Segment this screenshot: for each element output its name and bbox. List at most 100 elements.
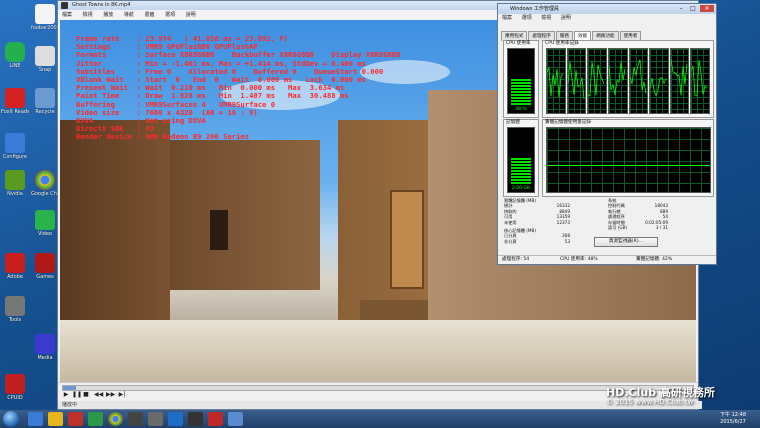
cpu-usage-value: 48 %	[515, 107, 527, 112]
player-menu-file[interactable]: 檔案	[62, 12, 72, 18]
close-button[interactable]: ✕	[700, 5, 714, 12]
cpu-gauge-fill	[511, 79, 531, 105]
row-value: 3 / 31	[655, 224, 668, 230]
desktop-icon-tools[interactable]: Tools	[1, 296, 29, 323]
cpu-core-line	[588, 61, 605, 97]
next-button[interactable]: ▶▶	[106, 391, 115, 399]
player-status-text: 播放中	[62, 402, 78, 408]
taskbar-taskmgr-icon[interactable]	[228, 412, 243, 426]
nvidia-icon	[5, 170, 25, 190]
taskbar-folder-icon[interactable]	[48, 412, 63, 426]
cpu-core-line	[670, 59, 688, 96]
desktop-icon-recycle[interactable]: Recycle	[31, 88, 59, 115]
player-menu-view[interactable]: 檢視	[83, 12, 93, 18]
pdf-icon	[5, 88, 25, 108]
tm-titlebar[interactable]: Windows 工作管理員 – □ ✕	[498, 4, 716, 14]
desktop-icon-nvidia[interactable]: Nvidia	[1, 170, 29, 197]
desktop-icon-config[interactable]: Configure	[1, 133, 29, 160]
cpu-core-line	[567, 61, 585, 100]
desktop-icon-cpuid[interactable]: CPUID	[1, 374, 29, 401]
desktop-icon-media[interactable]: Media	[31, 334, 59, 361]
desktop-icon-line[interactable]: LINE	[1, 42, 29, 69]
row-label: 處理程序	[608, 214, 625, 220]
cpu-core-graph	[628, 48, 649, 114]
table-row: 非分頁 53	[504, 239, 570, 244]
video-icon	[35, 210, 55, 230]
desktop-icon-pdf[interactable]: Foxit Reader	[1, 88, 29, 115]
player-menu-bookmarks[interactable]: 書籤	[144, 12, 154, 18]
desktop-icon-video[interactable]: Video	[31, 210, 59, 237]
memory-panel: 記憶體 2.00 GB	[503, 119, 539, 197]
pause-button[interactable]: ❚❚	[72, 391, 82, 399]
minimize-button[interactable]: –	[676, 5, 686, 12]
cpu-core-graph	[546, 48, 566, 114]
desktop: LINE Foxit Reader Configure Nvidia Adobe…	[0, 0, 760, 428]
desktop-icon-foobar[interactable]: foobar2000	[31, 4, 59, 31]
status-cpu: CPU 使用率: 48%	[560, 257, 598, 262]
adobe-icon	[5, 253, 25, 273]
memory-title: 記憶體	[506, 120, 520, 125]
tm-menu-help[interactable]: 說明	[561, 15, 571, 21]
row-label: 認可 (GB)	[608, 224, 628, 230]
game-icon	[35, 253, 55, 273]
tm-menubar: 檔案 選項 檢視 說明	[498, 14, 716, 22]
window	[210, 210, 228, 250]
physical-memory-table: 實體記憶體 (MB) 總計 16332 快取的 8849 可用 13359 未使用 12…	[504, 198, 570, 225]
tm-tabs: 應用程式 處理程序 服務 效能 網路功能 使用者	[498, 22, 716, 41]
table-row: 未使用 12373	[504, 220, 570, 225]
player-menu-navigate[interactable]: 導航	[124, 12, 134, 18]
media-icon	[35, 334, 55, 354]
kernel-memory-table: 核心記憶體 (MB) 已分頁 308 非分頁 53	[504, 228, 570, 244]
step-button[interactable]: ▶|	[118, 391, 126, 399]
cpu-usage-gauge: 48 %	[507, 48, 535, 114]
taskbar-player-icon[interactable]	[128, 412, 143, 426]
row-value: 12373	[556, 219, 570, 225]
taskbar-chrome-icon[interactable]	[108, 412, 123, 426]
clock-date: 2015/6/27	[720, 419, 746, 425]
start-button[interactable]	[3, 411, 19, 427]
tm-menu-file[interactable]: 檔案	[502, 15, 512, 21]
row-label: 總計	[504, 203, 513, 209]
taskbar-ie-icon[interactable]	[28, 412, 43, 426]
cpu-core-graphs	[546, 48, 711, 114]
tm-menu-options[interactable]: 選項	[522, 15, 532, 21]
table-row: 認可 (GB) 3 / 31	[608, 225, 668, 230]
tm-menu-view[interactable]: 檢視	[541, 15, 551, 21]
taskbar-app-icon[interactable]	[88, 412, 103, 426]
memory-gauge: 2.00 GB	[507, 127, 535, 193]
player-controls: ▶ ❚❚ ■ ◀◀ ▶▶ ▶|	[58, 382, 698, 402]
status-memory: 實體記憶體: 42%	[636, 257, 673, 262]
prev-button[interactable]: ◀◀	[94, 391, 103, 399]
maximize-button[interactable]: □	[688, 5, 698, 12]
seek-bar[interactable]	[62, 385, 694, 391]
cpu-core-graph	[587, 48, 607, 114]
taskbar-app2-icon[interactable]	[168, 412, 183, 426]
player-menu-options[interactable]: 選項	[165, 12, 175, 18]
taskbar-media-icon[interactable]	[68, 412, 83, 426]
taskbar-tool-icon[interactable]	[148, 412, 163, 426]
taskbar-app3-icon[interactable]	[188, 412, 203, 426]
memory-history-panel: 實體記憶體使用量記錄	[542, 119, 714, 197]
player-menu-help[interactable]: 說明	[186, 12, 196, 18]
config-icon	[5, 133, 25, 153]
resource-monitor-button[interactable]: 資源監視器(R)...	[594, 237, 658, 247]
desktop-icon-games[interactable]: Games	[31, 253, 59, 280]
stat-line: Render device : AMD Radeon R9 200 Series	[76, 132, 250, 142]
system-clock[interactable]: 下午 12:48 2015/6/27	[720, 412, 746, 426]
stop-button[interactable]: ■	[82, 391, 90, 399]
desktop-icon-chrome[interactable]: Google Chrome	[31, 170, 59, 197]
taskbar-app4-icon[interactable]	[208, 412, 223, 426]
desktop-icon-adobe[interactable]: Adobe	[1, 253, 29, 280]
line-icon	[5, 42, 25, 62]
memory-value: 2.00 GB	[511, 186, 531, 191]
cpu-core-graph	[607, 48, 628, 114]
task-manager-window[interactable]: Windows 工作管理員 – □ ✕ 檔案 選項 檢視 說明 應用程式 處理程序…	[497, 3, 717, 265]
player-menu-play[interactable]: 播放	[103, 12, 113, 18]
cpu-usage-panel: CPU 使用率 48 %	[503, 40, 539, 118]
tools-icon	[5, 296, 25, 316]
player-title: Ghost Towns in 8K.mp4	[72, 2, 131, 8]
memory-history-title: 實體記憶體使用量記錄	[545, 120, 591, 125]
play-button[interactable]: ▶	[62, 391, 70, 399]
desktop-icon-snap[interactable]: Snap	[31, 46, 59, 73]
cpu-core-line	[691, 59, 708, 97]
